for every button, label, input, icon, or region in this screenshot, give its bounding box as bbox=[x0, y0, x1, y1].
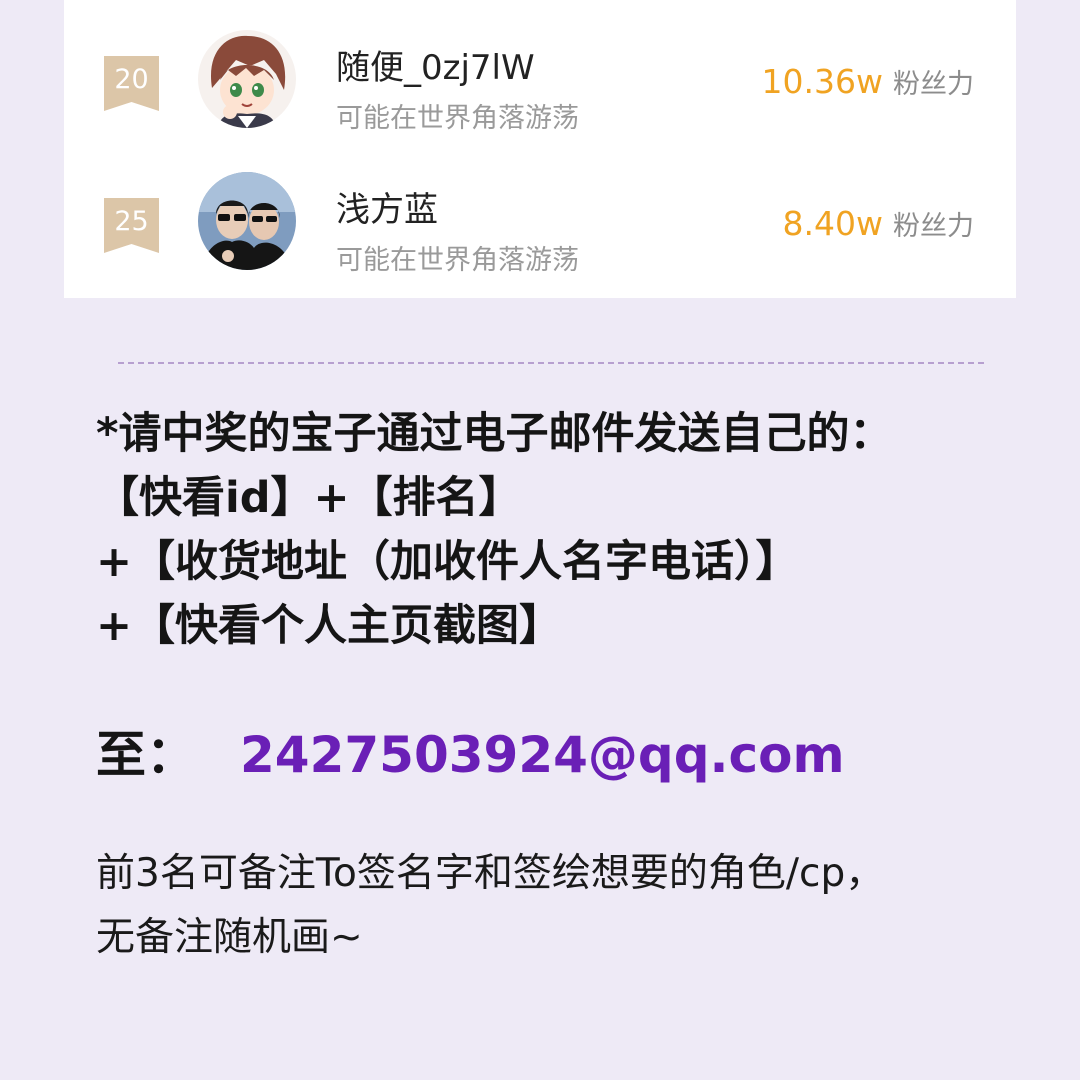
instruction-line: +【收货地址（加收件人名字电话）】 bbox=[96, 537, 799, 587]
ranking-card: 20 随便_0zj7lW 可能在世界角落游荡 10.36w 粉丝力 25 浅方蓝… bbox=[64, 0, 1016, 298]
fan-power-value: 10.36w bbox=[761, 62, 883, 101]
dashed-divider bbox=[118, 362, 984, 364]
email-address-link[interactable]: 2427503924@qq.com bbox=[240, 726, 845, 784]
user-status: 可能在世界角落游荡 bbox=[336, 103, 579, 134]
instruction-line: +【快看个人主页截图】 bbox=[96, 601, 563, 651]
fan-power-metric: 10.36w 粉丝力 bbox=[762, 62, 974, 101]
anime-avatar-icon bbox=[198, 30, 296, 128]
rank-number: 20 bbox=[114, 64, 149, 95]
user-name[interactable]: 浅方蓝 bbox=[336, 182, 438, 231]
fan-power-metric: 8.40w 粉丝力 bbox=[783, 204, 974, 243]
ranking-row[interactable]: 25 浅方蓝 可能在世界角落游荡 8.40w 粉丝力 bbox=[64, 142, 1016, 282]
instruction-line: 【快看id】+【排名】 bbox=[96, 473, 522, 523]
ranking-row[interactable]: 20 随便_0zj7lW 可能在世界角落游荡 10.36w 粉丝力 bbox=[64, 0, 1016, 140]
rank-badge: 20 bbox=[104, 56, 159, 111]
fan-power-value: 8.40w bbox=[782, 204, 883, 243]
avatar[interactable] bbox=[198, 172, 296, 270]
rank-badge: 25 bbox=[104, 198, 159, 253]
user-status: 可能在世界角落游荡 bbox=[336, 245, 579, 276]
remarks: 前3名可备注To签名字和签绘想要的角色/cp， 无备注随机画~ bbox=[96, 842, 1056, 970]
fan-power-unit: 粉丝力 bbox=[893, 211, 974, 242]
email-contact: 至： 2427503924@qq.com bbox=[96, 720, 845, 790]
instruction-line: *请中奖的宝子通过电子邮件发送自己的： bbox=[96, 409, 893, 459]
instructions: *请中奖的宝子通过电子邮件发送自己的： 【快看id】+【排名】 +【收货地址（加… bbox=[96, 402, 1056, 658]
rank-number: 25 bbox=[114, 206, 149, 237]
email-prefix: 至： bbox=[96, 726, 196, 784]
remarks-line: 无备注随机画~ bbox=[96, 915, 363, 960]
photo-avatar-icon bbox=[198, 172, 296, 270]
remarks-line: 前3名可备注To签名字和签绘想要的角色/cp， bbox=[96, 851, 885, 896]
avatar[interactable] bbox=[198, 30, 296, 128]
fan-power-unit: 粉丝力 bbox=[893, 69, 974, 100]
user-name[interactable]: 随便_0zj7lW bbox=[336, 40, 535, 89]
